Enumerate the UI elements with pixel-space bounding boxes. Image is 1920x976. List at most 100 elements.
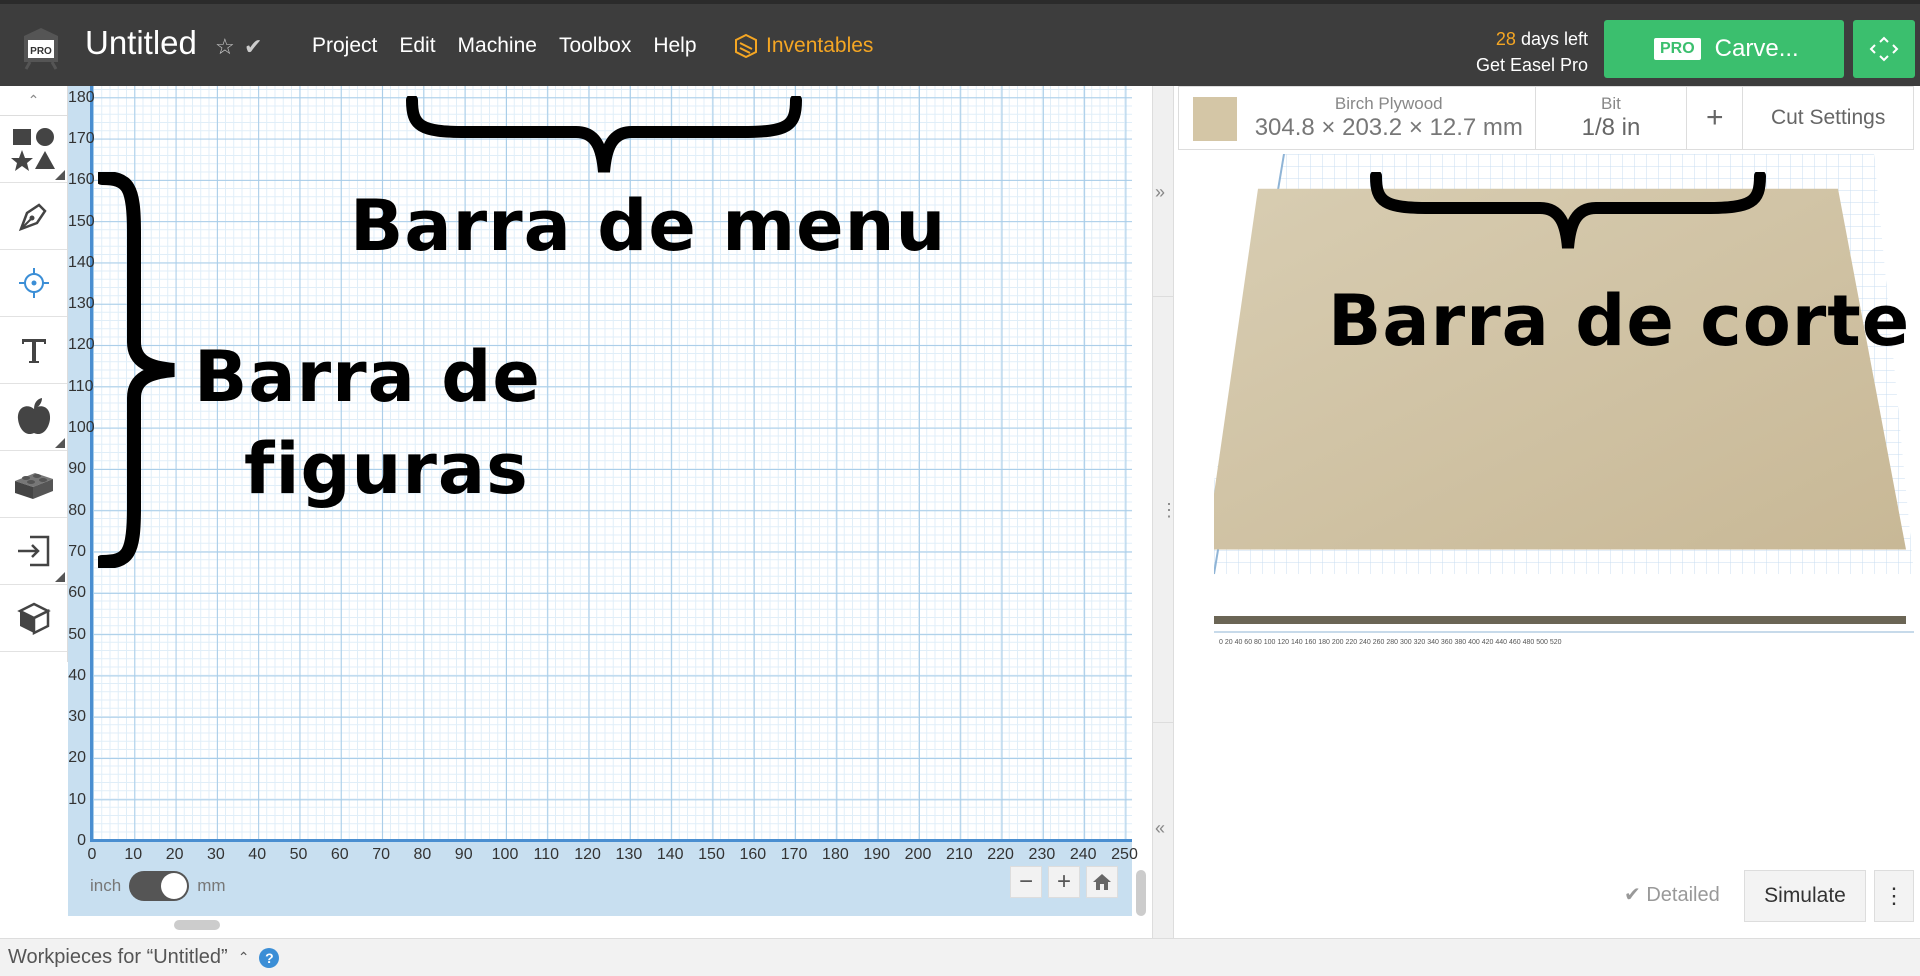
unit-switch[interactable] xyxy=(129,871,190,901)
trial-info[interactable]: 28 days left Get Easel Pro xyxy=(1476,26,1588,78)
zoom-out-button[interactable]: − xyxy=(1010,866,1042,898)
more-options-icon[interactable]: ⋮ xyxy=(1874,870,1914,922)
bit-label: Bit xyxy=(1601,94,1621,113)
shapes-toolbar: ⌃ xyxy=(0,86,68,662)
cut-bar-brace xyxy=(1370,172,1766,249)
menu-help[interactable]: Help xyxy=(653,34,696,58)
apple-icon xyxy=(17,398,50,435)
submenu-indicator-icon xyxy=(55,438,65,448)
x-tick-label: 90 xyxy=(454,846,473,863)
text-tool[interactable] xyxy=(0,317,67,384)
y-tick-label: 140 xyxy=(68,253,95,271)
workpiece-edge xyxy=(1214,616,1906,624)
y-tick-label: 100 xyxy=(68,419,95,436)
check-icon: ✔ xyxy=(1624,884,1647,906)
days-left-text: days left xyxy=(1515,29,1588,49)
x-tick-label: 210 xyxy=(945,846,973,863)
y-tick-label: 40 xyxy=(68,666,86,684)
y-tick-label: 70 xyxy=(68,542,86,560)
vertical-scrollbar[interactable] xyxy=(1136,870,1146,916)
submenu-indicator-icon xyxy=(55,170,65,180)
project-title[interactable]: Untitled xyxy=(85,24,197,62)
pen-tool[interactable] xyxy=(0,183,67,250)
easel-logo-icon[interactable]: PRO xyxy=(20,26,62,70)
y-tick-label: 60 xyxy=(68,584,86,602)
material-swatch xyxy=(1193,97,1237,141)
unit-toggle[interactable]: inch mm xyxy=(90,871,226,901)
menu-bar-brace xyxy=(406,96,802,173)
y-tick-label: 0 xyxy=(77,832,86,849)
shapes-tool[interactable] xyxy=(0,116,67,183)
x-tick-label: 50 xyxy=(289,846,308,863)
detailed-label: Detailed xyxy=(1646,884,1720,906)
cut-settings-button[interactable]: Cut Settings xyxy=(1743,87,1913,149)
menu-project[interactable]: Project xyxy=(312,34,377,58)
workpieces-bar[interactable]: Workpieces for “Untitled” ⌃ ? xyxy=(0,938,1920,976)
detailed-toggle[interactable]: ✔ Detailed xyxy=(1624,882,1720,907)
panel-divider[interactable]: » ⋮ « xyxy=(1152,86,1178,938)
x-tick-label: 0 xyxy=(87,846,97,863)
y-tick-label: 50 xyxy=(68,625,86,643)
horizontal-scrollbar[interactable] xyxy=(174,920,220,930)
svg-text:0 20 40 60 80 100 120 140 160: 0 20 40 60 80 100 120 140 160 180 200 22… xyxy=(1219,639,1562,646)
shapes-bar-annotation-line1: Barra de xyxy=(194,336,541,418)
y-tick-label: 150 xyxy=(68,212,95,230)
add-bit-button[interactable]: + xyxy=(1687,87,1744,149)
3d-tool[interactable] xyxy=(0,585,67,652)
x-tick-label: 100 xyxy=(491,846,519,863)
pro-badge: PRO xyxy=(1654,38,1701,60)
inventables-link[interactable]: Inventables xyxy=(734,34,873,58)
text-icon xyxy=(21,339,46,363)
menu-edit[interactable]: Edit xyxy=(399,34,435,58)
zoom-controls: − + xyxy=(1010,866,1118,898)
inventables-label: Inventables xyxy=(766,34,874,57)
expand-right-icon[interactable]: » xyxy=(1155,182,1165,203)
get-pro-link[interactable]: Get Easel Pro xyxy=(1476,52,1588,78)
x-tick-label: 250 xyxy=(1111,846,1138,863)
icon-library-tool[interactable] xyxy=(0,384,67,451)
x-tick-label: 110 xyxy=(533,846,560,863)
pen-icon xyxy=(18,203,47,232)
menu-toolbox[interactable]: Toolbox xyxy=(559,34,631,58)
import-tool[interactable] xyxy=(0,518,67,585)
y-tick-label: 170 xyxy=(68,129,95,147)
x-tick-label: 230 xyxy=(1028,846,1056,863)
x-tick-label: 180 xyxy=(822,846,849,863)
zoom-in-button[interactable]: + xyxy=(1048,866,1080,898)
cut-bar: Birch Plywood 304.8 × 203.2 × 12.7 mm Bi… xyxy=(1178,86,1914,150)
point-tool[interactable] xyxy=(0,250,67,317)
x-tick-label: 10 xyxy=(124,846,143,863)
menu-bar: Project Edit Machine Toolbox Help xyxy=(312,34,697,58)
shapes-bar-annotation-line2: figuras xyxy=(244,428,529,510)
cube-icon xyxy=(16,602,51,635)
fullscreen-button[interactable] xyxy=(1853,20,1915,78)
unit-mm-label: mm xyxy=(197,876,226,895)
carve-label: Carve... xyxy=(1714,35,1799,62)
star-outline-icon[interactable]: ☆ xyxy=(215,34,235,60)
simulate-button[interactable]: Simulate xyxy=(1744,870,1866,922)
apps-tool[interactable] xyxy=(0,451,67,518)
y-tick-label: 80 xyxy=(68,501,86,519)
menu-machine[interactable]: Machine xyxy=(458,34,537,58)
help-icon[interactable]: ? xyxy=(259,947,280,968)
x-tick-label: 170 xyxy=(780,846,808,863)
material-selector[interactable]: Birch Plywood 304.8 × 203.2 × 12.7 mm xyxy=(1179,87,1536,149)
x-tick-label: 130 xyxy=(615,846,643,863)
toolbar-collapse-icon[interactable]: ⌃ xyxy=(0,86,67,116)
cut-bar-annotation: Barra de corte xyxy=(1328,280,1911,362)
x-tick-label: 20 xyxy=(165,846,184,863)
carve-button[interactable]: PRO Carve... xyxy=(1604,20,1844,78)
y-tick-label: 130 xyxy=(68,295,95,313)
x-tick-label: 140 xyxy=(656,846,684,863)
check-icon: ✔ xyxy=(244,34,263,59)
bit-selector[interactable]: Bit 1/8 in xyxy=(1536,87,1688,149)
home-button[interactable] xyxy=(1086,866,1118,898)
expand-arrows-icon xyxy=(1869,36,1899,62)
unit-inch-label: inch xyxy=(90,876,122,895)
chevron-up-icon[interactable]: ⌃ xyxy=(238,949,250,966)
menu-bar-annotation: Barra de menu xyxy=(350,185,947,267)
expand-left-icon[interactable]: « xyxy=(1155,818,1165,839)
days-left-number: 28 xyxy=(1495,29,1516,49)
shapes-bar-brace xyxy=(98,172,175,568)
x-tick-label: 200 xyxy=(904,846,932,863)
